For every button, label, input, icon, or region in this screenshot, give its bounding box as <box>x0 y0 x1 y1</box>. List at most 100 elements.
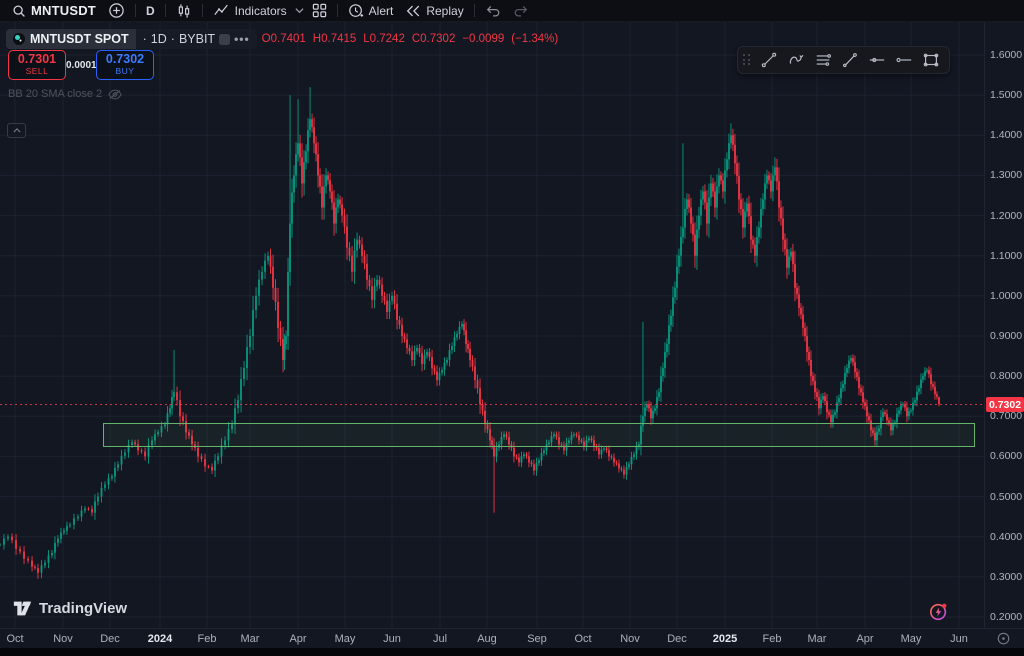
rectangle-tool[interactable] <box>918 48 944 72</box>
time-tick-label: Aug <box>477 633 497 645</box>
legend-symbol-segment[interactable]: MNTUSDT SPOT <box>6 29 136 49</box>
tradingview-window: MNTUSDT D Indicators Alert Replay <box>0 0 1024 656</box>
flag-icon[interactable] <box>219 34 230 45</box>
arrow-line-tool[interactable] <box>837 48 863 72</box>
rectangle-icon <box>922 51 940 69</box>
replay-button[interactable]: Replay <box>399 0 469 22</box>
horizontal-line-tool[interactable] <box>891 48 917 72</box>
time-tick-label: Jul <box>433 633 447 645</box>
time-tick-label: Feb <box>198 633 217 645</box>
time-tick-label: May <box>335 633 356 645</box>
layout-grid-icon <box>312 3 327 18</box>
indicators-label: Indicators <box>235 4 287 18</box>
price-tick-label: 0.7000 <box>990 410 1022 422</box>
time-tick-label: Jun <box>950 633 968 645</box>
time-tick-label: 2025 <box>713 633 737 645</box>
time-axis[interactable]: OctNovDec2024FebMarAprMayJunJulAugSepOct… <box>0 628 1024 648</box>
horizontal-ray-icon <box>868 51 886 69</box>
time-tick-label: Oct <box>574 633 591 645</box>
price-tick-label: 1.0000 <box>990 290 1022 302</box>
indicator-name: BB 20 SMA close 2 <box>8 88 102 100</box>
price-tick-label: 0.5000 <box>990 491 1022 503</box>
indicator-legend-row[interactable]: BB 20 SMA close 2 <box>8 88 122 100</box>
price-tick-label: 0.6000 <box>990 450 1022 462</box>
eye-off-icon[interactable] <box>108 89 122 100</box>
legend-pill[interactable]: MNTUSDT SPOT · 1D · BYBIT ••• <box>6 29 257 49</box>
alert-label: Alert <box>369 4 394 18</box>
legend-exchange: BYBIT <box>179 32 215 46</box>
tradingview-logo[interactable]: TradingView <box>13 600 127 617</box>
ohlc-close: C0.7302 <box>412 33 455 45</box>
price-axis[interactable]: 0.7302 0.20000.30000.40000.50000.60000.7… <box>984 22 1024 628</box>
undo-button[interactable] <box>479 0 507 22</box>
legend-interval: 1D <box>151 32 167 46</box>
price-tick-label: 1.4000 <box>990 129 1022 141</box>
time-tick-label: Nov <box>53 633 73 645</box>
top-toolbar: MNTUSDT D Indicators Alert Replay <box>0 0 1024 22</box>
chart-canvas[interactable] <box>0 22 984 628</box>
buy-label: BUY <box>116 67 135 76</box>
chevron-down-icon <box>295 7 304 14</box>
price-tick-label: 1.1000 <box>990 250 1022 262</box>
time-tick-label: May <box>901 633 922 645</box>
legend-dot: · <box>143 32 147 46</box>
parallel-lines-tool[interactable] <box>810 48 836 72</box>
brush-icon <box>787 51 805 69</box>
indicators-button[interactable]: Indicators <box>207 0 293 22</box>
interval-button[interactable]: D <box>140 0 161 22</box>
legend-more-button[interactable]: ••• <box>234 32 250 46</box>
symbol-search-button[interactable]: MNTUSDT <box>6 0 102 22</box>
toolbar-separator <box>135 4 136 17</box>
toolbar-separator <box>202 4 203 17</box>
price-tick-label: 1.3000 <box>990 169 1022 181</box>
time-tick-label: Dec <box>100 633 120 645</box>
buy-price: 0.7302 <box>106 53 144 67</box>
legend-symbol-title: MNTUSDT SPOT <box>30 32 129 46</box>
ohlc-open: O0.7401 <box>262 33 306 45</box>
redo-button[interactable] <box>507 0 535 22</box>
trade-panel: 0.7301 SELL 0.0001 0.7302 BUY <box>8 50 154 80</box>
layout-grid-button[interactable] <box>306 0 333 22</box>
floating-drawing-toolbar <box>737 46 950 74</box>
time-tick-label: Apr <box>289 633 306 645</box>
legend-collapse-button[interactable] <box>7 123 26 138</box>
legend-dot: · <box>171 32 175 46</box>
trend-line-tool[interactable] <box>756 48 782 72</box>
legend-meta-segment[interactable]: · 1D · BYBIT ••• <box>136 32 257 46</box>
time-tick-label: 2024 <box>148 633 172 645</box>
tradingview-logo-text: TradingView <box>39 600 127 617</box>
indicator-templates-chevron[interactable] <box>293 0 306 22</box>
boost-lightning-icon <box>929 602 949 622</box>
horizontal-line-icon <box>895 51 913 69</box>
buy-button[interactable]: 0.7302 BUY <box>96 50 154 80</box>
boost-button[interactable] <box>929 602 949 625</box>
mnt-coin-logo <box>13 33 25 45</box>
toolbar-drag-handle[interactable] <box>743 54 751 66</box>
toolbar-separator <box>337 4 338 17</box>
price-tick-label: 0.3000 <box>990 571 1022 583</box>
alert-button[interactable]: Alert <box>342 0 400 22</box>
time-tick-label: Feb <box>763 633 782 645</box>
drawn-rectangle-zone[interactable] <box>103 423 975 447</box>
tradingview-mark-icon <box>13 600 32 617</box>
ohlc-change-pct: (−1.34%) <box>511 33 558 45</box>
price-tick-label: 0.4000 <box>990 531 1022 543</box>
arrow-line-icon <box>841 51 859 69</box>
price-tick-label: 1.6000 <box>990 49 1022 61</box>
horizontal-ray-tool[interactable] <box>864 48 890 72</box>
current-price-line <box>0 404 984 405</box>
price-tick-label: 1.2000 <box>990 210 1022 222</box>
brush-tool[interactable] <box>783 48 809 72</box>
bottom-edge <box>0 648 1024 656</box>
compare-add-button[interactable] <box>102 0 131 22</box>
spread-value: 0.0001 <box>66 60 96 71</box>
ohlc-change: −0.0099 <box>462 33 504 45</box>
chart-style-button[interactable] <box>170 0 198 22</box>
search-icon <box>12 4 26 18</box>
price-tick-label: 1.5000 <box>990 89 1022 101</box>
chart-pane[interactable]: MNTUSDT SPOT · 1D · BYBIT ••• O0.7401 H0… <box>0 22 984 628</box>
time-tick-label: Sep <box>527 633 547 645</box>
time-tick-label: Oct <box>6 633 23 645</box>
replay-icon <box>405 4 421 18</box>
sell-button[interactable]: 0.7301 SELL <box>8 50 66 80</box>
